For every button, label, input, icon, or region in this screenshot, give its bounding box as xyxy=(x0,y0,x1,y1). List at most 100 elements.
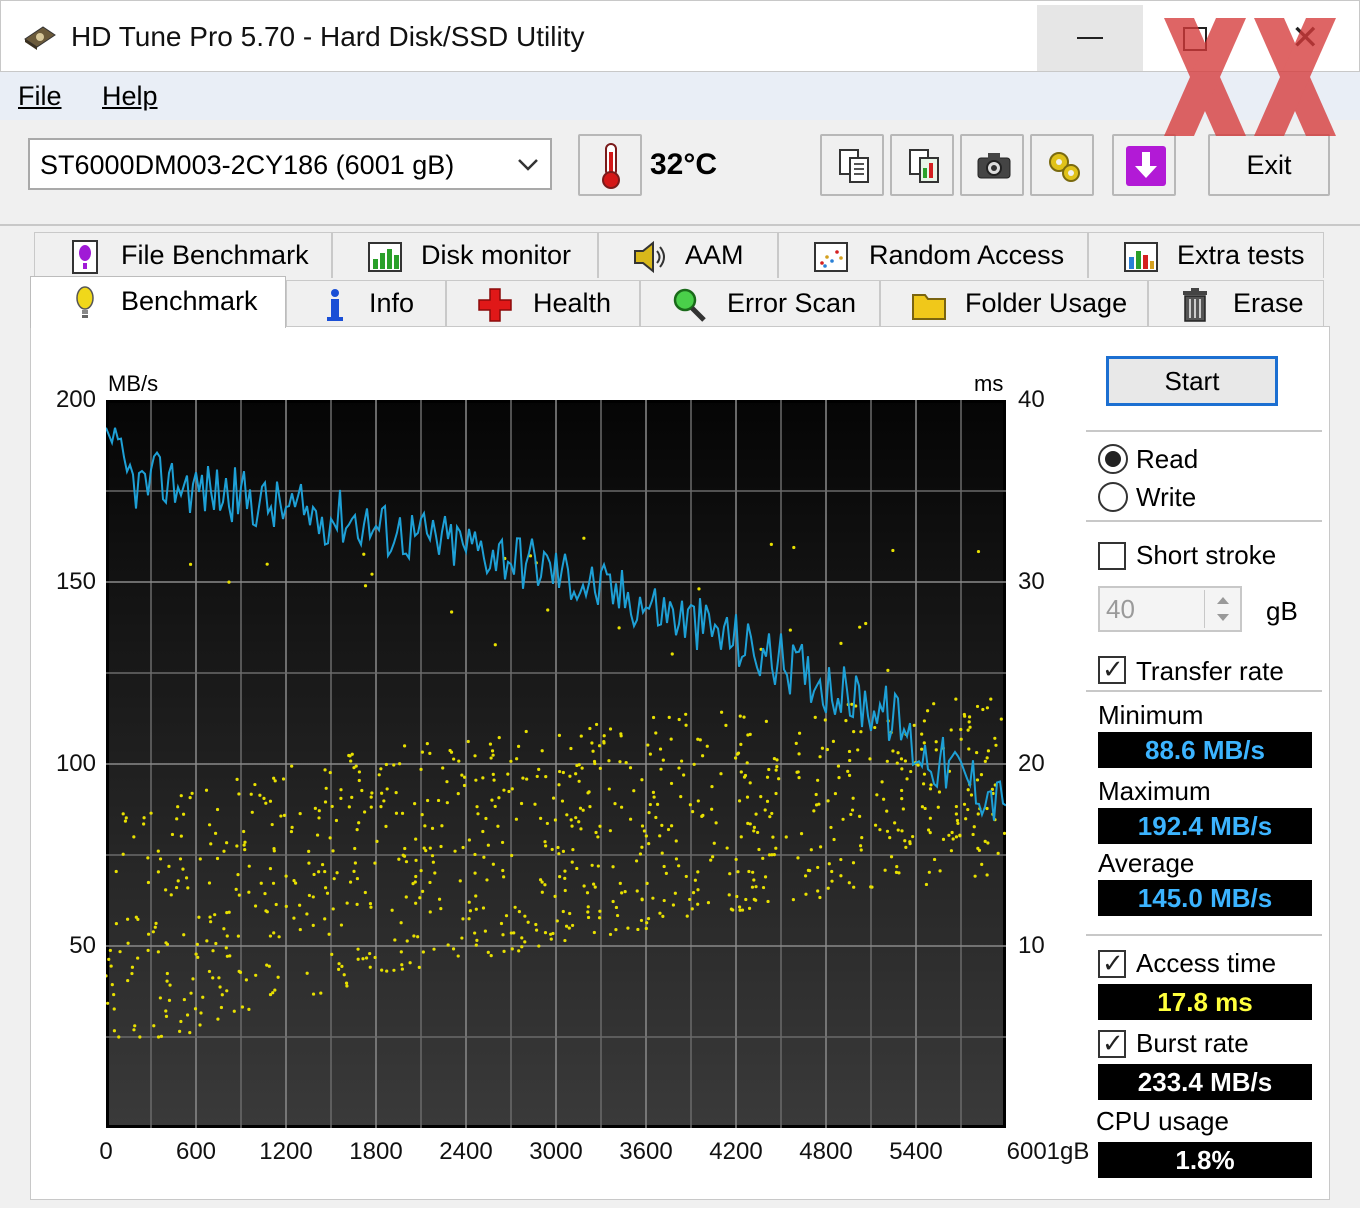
access-time-point xyxy=(859,730,863,734)
access-time-point xyxy=(178,857,183,861)
access-time-point xyxy=(883,868,887,872)
chevron-down-icon xyxy=(518,159,538,171)
access-time-point xyxy=(195,942,199,946)
access-time-point xyxy=(563,876,567,881)
access-time-point xyxy=(550,847,554,852)
tab-health[interactable]: Health xyxy=(446,280,640,326)
tab-benchmark[interactable]: Benchmark xyxy=(30,276,286,328)
access-time-point xyxy=(858,625,862,629)
erase-trash-icon xyxy=(1183,288,1207,322)
access-time-point xyxy=(108,948,112,953)
read-radio[interactable] xyxy=(1098,444,1128,474)
tab-extra-tests[interactable]: Extra tests xyxy=(1088,232,1324,278)
access-time-point xyxy=(958,834,962,838)
access-time-point xyxy=(570,860,574,864)
access-time-point xyxy=(556,845,560,850)
short-stroke-checkbox[interactable] xyxy=(1098,542,1126,570)
tab-error-scan[interactable]: Error Scan xyxy=(640,280,880,326)
access-time-point xyxy=(535,774,539,779)
screenshot-button[interactable] xyxy=(960,134,1024,196)
access-time-point xyxy=(797,731,802,735)
access-time-point xyxy=(900,829,904,833)
access-time-point xyxy=(159,1034,164,1038)
write-radio[interactable] xyxy=(1098,482,1128,512)
access-time-point xyxy=(146,880,151,885)
access-time-point xyxy=(976,549,981,554)
access-time-point xyxy=(274,902,278,907)
access-time-point xyxy=(382,799,386,803)
read-radio-label: Read xyxy=(1136,444,1199,474)
access-time-point xyxy=(413,880,417,884)
access-time-point xyxy=(756,830,760,835)
access-time-point xyxy=(474,894,478,898)
access-time-point xyxy=(179,1019,183,1024)
spinner-up-button[interactable] xyxy=(1204,590,1240,609)
tab-random-access[interactable]: Random Access xyxy=(778,232,1088,278)
access-time-point xyxy=(882,797,886,801)
options-button[interactable] xyxy=(1030,134,1094,196)
access-time-point xyxy=(509,759,513,763)
access-time-point xyxy=(900,797,904,801)
access-time-point xyxy=(710,784,714,789)
access-time-point xyxy=(328,770,332,775)
tab-file-benchmark[interactable]: File Benchmark xyxy=(34,232,332,278)
right-axis-tick: 10 xyxy=(1018,932,1045,959)
start-button[interactable]: Start xyxy=(1106,356,1278,406)
copy-all-button[interactable] xyxy=(890,134,954,196)
access-time-point xyxy=(570,824,574,828)
access-time-point xyxy=(932,857,937,862)
access-time-point xyxy=(399,921,403,925)
transfer-rate-checkbox[interactable] xyxy=(1098,654,1126,684)
access-time-point xyxy=(797,776,801,780)
access-time-point xyxy=(804,892,808,896)
access-time-checkbox[interactable] xyxy=(1098,948,1126,978)
copy-info-button[interactable] xyxy=(820,134,884,196)
access-time-point xyxy=(517,949,521,953)
tab-aam[interactable]: AAM xyxy=(598,232,778,278)
access-time-point xyxy=(204,788,209,792)
short-stroke-spinner[interactable]: 40 xyxy=(1098,586,1242,632)
access-time-point xyxy=(506,772,510,776)
benchmark-icon xyxy=(76,286,94,318)
access-time-point xyxy=(677,864,681,868)
menu-help[interactable]: Help xyxy=(102,80,158,112)
access-time-point xyxy=(557,783,561,787)
drive-select[interactable]: ST6000DM003-2CY186 (6001 gB) xyxy=(28,138,552,190)
tab-disk-monitor[interactable]: Disk monitor xyxy=(332,232,598,278)
access-time-point xyxy=(132,1028,136,1032)
access-time-point xyxy=(644,834,648,838)
right-axis-unit: ms xyxy=(974,371,1004,396)
access-time-point xyxy=(975,778,980,782)
access-time-point xyxy=(986,841,990,845)
access-time-point xyxy=(380,968,384,972)
access-time-point xyxy=(620,891,624,895)
access-time-point xyxy=(537,944,541,948)
access-time-point xyxy=(168,983,172,987)
minimize-button[interactable] xyxy=(1037,5,1143,71)
access-time-point xyxy=(967,715,972,719)
access-time-point xyxy=(147,932,151,936)
access-time-point xyxy=(242,843,246,847)
burst-rate-checkbox[interactable] xyxy=(1098,1028,1126,1058)
temperature-button[interactable] xyxy=(578,134,642,196)
access-time-point xyxy=(468,909,473,913)
access-time-point xyxy=(397,857,401,861)
access-time-point xyxy=(298,903,302,907)
tab-erase[interactable]: Erase xyxy=(1148,280,1324,326)
x-axis-tick: 1200 xyxy=(259,1138,313,1165)
tab-info[interactable]: Info xyxy=(286,280,446,326)
access-time-point xyxy=(959,727,963,732)
access-time-point xyxy=(563,869,567,873)
access-time-point xyxy=(340,964,344,968)
access-time-point xyxy=(189,991,193,995)
access-time-point xyxy=(765,799,770,803)
access-time-point xyxy=(350,795,354,799)
access-time-point xyxy=(645,921,649,925)
access-time-point xyxy=(979,772,984,777)
access-time-point xyxy=(214,941,218,946)
access-time-point xyxy=(289,829,294,834)
tab-folder-usage[interactable]: Folder Usage xyxy=(880,280,1148,326)
menu-file[interactable]: File xyxy=(18,80,62,112)
access-time-point xyxy=(290,825,294,829)
spinner-down-button[interactable] xyxy=(1204,609,1240,628)
